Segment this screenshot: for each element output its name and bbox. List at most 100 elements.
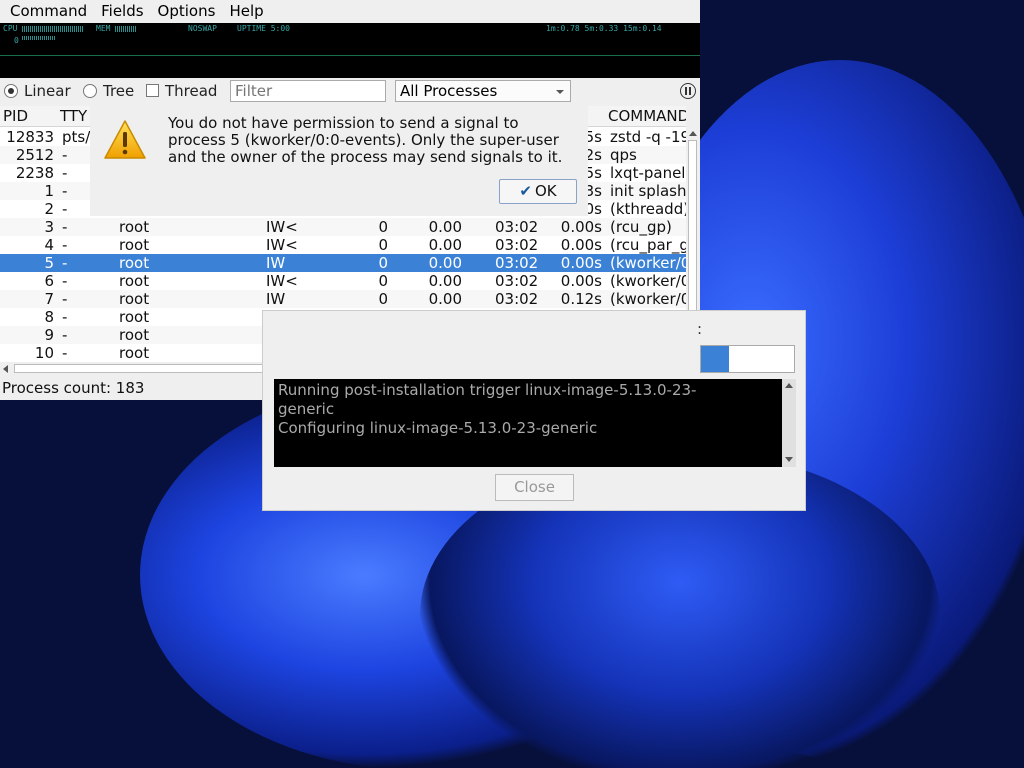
linear-radio[interactable]: [4, 84, 18, 98]
progress-label: :: [697, 320, 703, 338]
log-line: Configuring linux-image-5.13.0-23-generi…: [278, 419, 598, 437]
ok-button[interactable]: ✔ OK: [499, 179, 577, 204]
table-row[interactable]: 3- root IW< 0 0.00 03:02 0.00s (rcu_gp): [0, 218, 686, 236]
cell-time: 0.00s: [560, 236, 602, 254]
log-line: generic: [278, 400, 335, 418]
menu-fields[interactable]: Fields: [91, 0, 147, 21]
cell-user: root: [119, 272, 150, 290]
cell-tty: -: [62, 344, 68, 362]
menu-help[interactable]: Help: [219, 0, 267, 21]
cell-tty: -: [62, 164, 68, 182]
install-log: Running post-installation trigger linux-…: [274, 379, 783, 467]
scroll-down-icon[interactable]: [785, 457, 793, 462]
permission-dialog: You do not have permission to send a sig…: [90, 106, 588, 216]
cell-cpu: 0.00: [428, 290, 462, 308]
checkmark-icon: ✔: [519, 182, 532, 200]
pause-icon[interactable]: [680, 83, 696, 99]
scroll-left-icon[interactable]: [3, 365, 8, 373]
cell-command: (kthreadd): [610, 200, 686, 218]
scroll-up-icon[interactable]: [785, 383, 793, 388]
cell-user: root: [119, 218, 150, 236]
dialog-message: You do not have permission to send a sig…: [168, 114, 563, 166]
cell-nice: 0: [378, 272, 388, 290]
cell-cpu: 0.00: [428, 236, 462, 254]
cell-command: qps: [610, 146, 637, 164]
ok-label: OK: [534, 182, 557, 200]
cell-pid: 4: [44, 236, 54, 254]
cpu-meter: [22, 26, 84, 32]
cell-time: 0.00s: [560, 254, 602, 272]
cell-stat: IW<: [266, 236, 298, 254]
cell-command: (rcu_par_g: [610, 236, 686, 254]
cell-command: (kworker/0: [610, 254, 686, 272]
cell-tty: -: [62, 236, 68, 254]
tree-label[interactable]: Tree: [103, 82, 134, 100]
table-row[interactable]: 7- root IW 0 0.00 03:02 0.12s (kworker/0: [0, 290, 686, 308]
filter-input[interactable]: [230, 80, 386, 102]
cell-pid: 8: [44, 308, 54, 326]
cell-time: 0.12s: [560, 290, 602, 308]
view-toolbar: Linear Tree Thread All Processes: [0, 78, 700, 106]
cell-time: 0.00s: [560, 272, 602, 290]
cell-user: root: [119, 344, 150, 362]
install-progress-bar: [700, 345, 795, 373]
cell-pid: 2512: [15, 146, 54, 164]
cell-tty: -: [62, 218, 68, 236]
tree-radio[interactable]: [83, 84, 97, 98]
menu-bar: Command Fields Options Help: [0, 0, 700, 23]
header-pid[interactable]: PID: [3, 107, 28, 125]
cell-cpu: 0.00: [428, 218, 462, 236]
close-button[interactable]: Close: [495, 474, 574, 501]
table-row[interactable]: 6- root IW< 0 0.00 03:02 0.00s (kworker/0: [0, 272, 686, 290]
cell-stat: IW: [266, 254, 286, 272]
cell-command: lxqt-panel: [610, 164, 686, 182]
table-row[interactable]: 4- root IW< 0 0.00 03:02 0.00s (rcu_par_g: [0, 236, 686, 254]
cell-tty: -: [62, 326, 68, 344]
table-row[interactable]: 5- root IW 0 0.00 03:02 0.00s (kworker/0: [0, 254, 686, 272]
cell-tty: pts/: [62, 128, 91, 146]
cell-pid: 1: [44, 182, 54, 200]
cell-command: (kworker/0: [610, 290, 686, 308]
cell-start: 03:02: [495, 254, 539, 272]
cpu-history: [22, 36, 56, 40]
cell-pid: 10: [34, 344, 54, 362]
cell-time: 0.00s: [560, 218, 602, 236]
cell-command: (kworker/0: [610, 272, 686, 290]
process-filter-select[interactable]: All Processes: [395, 80, 571, 102]
thread-checkbox[interactable]: [146, 84, 159, 97]
cell-pid: 2: [44, 200, 54, 218]
cell-user: root: [119, 290, 150, 308]
linear-label[interactable]: Linear: [24, 82, 71, 100]
cell-command: init splash: [610, 182, 686, 200]
menu-options[interactable]: Options: [148, 0, 220, 21]
graph-axis-zero: 0: [14, 36, 19, 45]
cell-tty: -: [62, 254, 68, 272]
cell-start: 03:02: [495, 290, 539, 308]
thread-label[interactable]: Thread: [165, 82, 217, 100]
cell-cpu: 0.00: [428, 272, 462, 290]
header-command[interactable]: COMMAND_: [608, 107, 686, 125]
cell-command: (rcu_gp): [610, 218, 672, 236]
cell-pid: 6: [44, 272, 54, 290]
scroll-up-icon[interactable]: [689, 131, 697, 136]
mem-meter: [115, 26, 137, 32]
process-filter-value: All Processes: [400, 82, 498, 100]
log-line: Running post-installation trigger linux-…: [278, 381, 697, 399]
cell-nice: 0: [378, 236, 388, 254]
cell-tty: -: [62, 308, 68, 326]
menu-command[interactable]: Command: [0, 0, 91, 21]
cell-stat: IW<: [266, 272, 298, 290]
system-graph: CPU MEM NOSWAP UPTIME 5:00 1m:0.78 5m:0.…: [0, 23, 700, 78]
cell-tty: -: [62, 290, 68, 308]
cell-pid: 3: [44, 218, 54, 236]
mem-label: MEM: [96, 24, 111, 33]
process-count: Process count: 183: [2, 379, 145, 397]
header-tty[interactable]: TTY: [60, 107, 87, 125]
log-scrollbar[interactable]: [782, 379, 796, 467]
cell-tty: -: [62, 182, 68, 200]
progress-fill: [701, 346, 729, 372]
cell-pid: 7: [44, 290, 54, 308]
cell-pid: 2238: [15, 164, 54, 182]
cell-user: root: [119, 326, 150, 344]
cell-cpu: 0.00: [428, 254, 462, 272]
